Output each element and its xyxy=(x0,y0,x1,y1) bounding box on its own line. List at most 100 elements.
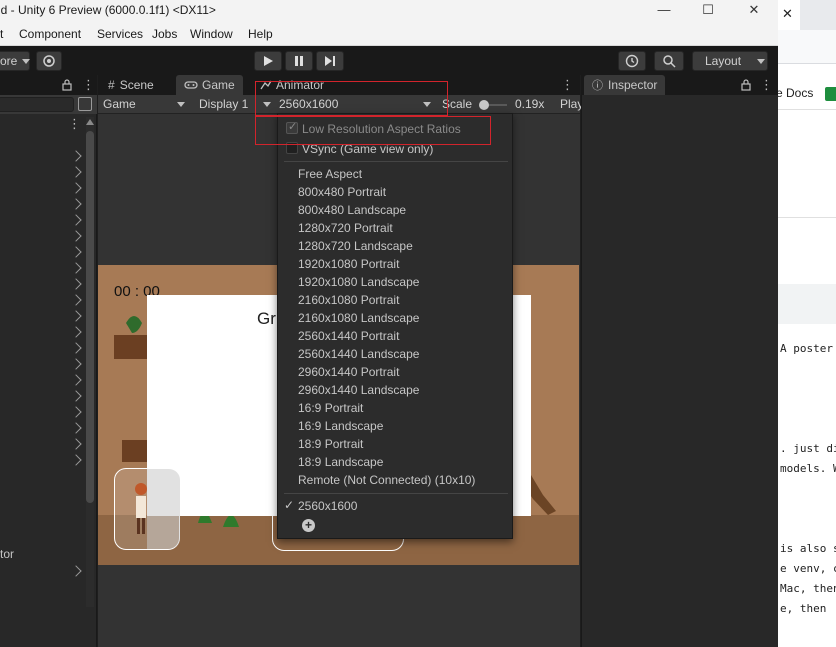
browser-tab-close-icon[interactable]: ✕ xyxy=(782,6,793,22)
resolution-dropdown-menu: ✓ Low Resolution Aspect Ratios VSync (Ga… xyxy=(277,113,513,539)
resolution-option[interactable]: 18:9 Landscape xyxy=(298,455,383,469)
tab-inspector-label: Inspector xyxy=(608,78,658,92)
step-button[interactable] xyxy=(316,51,344,71)
minimize-button[interactable]: — xyxy=(654,1,674,19)
window-titlebar: id - Unity 6 Preview (6000.0.1f1) <DX11>… xyxy=(0,0,778,22)
add-resolution-icon[interactable]: + xyxy=(302,519,315,532)
hierarchy-panel: ⋮ ⋮ tor xyxy=(0,75,97,647)
resolution-option[interactable]: 1920x1080 Landscape xyxy=(298,275,419,289)
cloud-settings-button[interactable] xyxy=(36,51,62,71)
menu-item-truncated[interactable]: t xyxy=(0,27,3,41)
resolution-option[interactable]: 1280x720 Portrait xyxy=(298,221,393,235)
inspector-panel: ⓘ Inspector ⋮ xyxy=(581,75,778,647)
inspector-menu-icon[interactable]: ⋮ xyxy=(760,77,773,93)
lock-icon[interactable] xyxy=(741,79,751,91)
resolution-option[interactable]: 2560x1440 Landscape xyxy=(298,347,419,361)
chevron-right-icon[interactable] xyxy=(70,214,82,226)
chevron-right-icon[interactable] xyxy=(70,246,82,258)
pause-icon xyxy=(295,56,303,66)
gamepad-icon xyxy=(184,81,198,89)
menu-item-component[interactable]: Component xyxy=(19,27,81,41)
tab-game[interactable]: Game xyxy=(176,75,243,95)
menu-item-services[interactable]: Services xyxy=(97,27,143,41)
resolution-option[interactable]: 1920x1080 Portrait xyxy=(298,257,399,271)
bookmark-favicon-icon[interactable] xyxy=(825,87,836,101)
chevron-right-icon[interactable] xyxy=(70,198,82,210)
play-button[interactable] xyxy=(254,51,282,71)
chevron-right-icon[interactable] xyxy=(70,182,82,194)
hierarchy-menu-icon[interactable]: ⋮ xyxy=(68,116,81,132)
scroll-up-icon[interactable] xyxy=(86,119,94,125)
pause-button[interactable] xyxy=(285,51,313,71)
browser-text-line: models. W xyxy=(780,462,836,475)
chevron-right-icon[interactable] xyxy=(70,438,82,450)
tab-inspector[interactable]: ⓘ Inspector xyxy=(584,75,666,95)
chevron-right-icon[interactable] xyxy=(70,166,82,178)
resolution-option[interactable]: Free Aspect xyxy=(298,167,362,181)
account-dropdown[interactable]: ore xyxy=(0,51,30,71)
hierarchy-scrollbar[interactable] xyxy=(86,117,94,607)
menu-bar: t Component Services Jobs Window Help xyxy=(0,22,778,46)
browser-divider xyxy=(778,217,836,218)
chevron-right-icon[interactable] xyxy=(70,294,82,306)
close-button[interactable]: ✕ xyxy=(744,1,764,19)
browser-code-header xyxy=(778,284,836,324)
chevron-right-icon[interactable] xyxy=(70,342,82,354)
info-icon: ⓘ xyxy=(592,80,603,92)
chevron-right-icon[interactable] xyxy=(70,374,82,386)
hierarchy-search-input[interactable] xyxy=(0,97,74,112)
chevron-right-icon[interactable] xyxy=(70,262,82,274)
hierarchy-header: ⋮ xyxy=(0,75,97,95)
history-button[interactable] xyxy=(618,51,646,71)
menu-item-window[interactable]: Window xyxy=(190,27,233,41)
custom-resolution-option[interactable]: 2560x1600 xyxy=(298,499,357,513)
resolution-option[interactable]: 800x480 Landscape xyxy=(298,203,406,217)
menu-item-help[interactable]: Help xyxy=(248,27,273,41)
chevron-right-icon[interactable] xyxy=(70,358,82,370)
chevron-right-icon[interactable] xyxy=(70,390,82,402)
scrollbar-thumb[interactable] xyxy=(86,131,94,503)
panel-menu-icon[interactable]: ⋮ xyxy=(82,77,95,93)
search-button[interactable] xyxy=(654,51,684,71)
chevron-right-icon[interactable] xyxy=(70,150,82,162)
chevron-right-icon[interactable] xyxy=(70,310,82,322)
resolution-option[interactable]: 2160x1080 Portrait xyxy=(298,293,399,307)
maximize-button[interactable]: ☐ xyxy=(698,1,718,19)
resolution-option[interactable]: 16:9 Landscape xyxy=(298,419,383,433)
highlight-box-resolution xyxy=(255,81,448,116)
tab-scene[interactable]: # Scene xyxy=(100,75,162,95)
resolution-option[interactable]: Remote (Not Connected) (10x10) xyxy=(298,473,475,487)
resolution-option[interactable]: 2960x1440 Landscape xyxy=(298,383,419,397)
chevron-right-icon[interactable] xyxy=(70,565,82,577)
chevron-right-icon[interactable] xyxy=(70,230,82,242)
resolution-option[interactable]: 16:9 Portrait xyxy=(298,401,363,415)
play-mode-dropdown[interactable]: Play xyxy=(560,97,583,111)
chevron-right-icon[interactable] xyxy=(70,454,82,466)
resolution-option[interactable]: 2960x1440 Portrait xyxy=(298,365,399,379)
chevron-right-icon[interactable] xyxy=(70,326,82,338)
hierarchy-item-label[interactable]: tor xyxy=(0,547,14,561)
resolution-option[interactable]: 2160x1080 Landscape xyxy=(298,311,419,325)
lock-icon[interactable] xyxy=(62,79,72,91)
search-icon xyxy=(663,55,676,68)
browser-tab[interactable]: ✕ xyxy=(778,0,800,30)
gear-icon xyxy=(43,55,55,67)
resolution-option[interactable]: 1280x720 Landscape xyxy=(298,239,413,253)
view-mode-dropdown[interactable]: Game xyxy=(103,97,136,111)
layout-dropdown[interactable]: Layout xyxy=(692,51,768,71)
resolution-option[interactable]: 800x480 Portrait xyxy=(298,185,386,199)
menu-item-jobs[interactable]: Jobs xyxy=(152,27,177,41)
scene-search-icon[interactable] xyxy=(78,97,92,111)
resolution-option[interactable]: 18:9 Portrait xyxy=(298,437,363,451)
selected-checkmark-icon: ✓ xyxy=(284,498,295,512)
chevron-right-icon[interactable] xyxy=(70,278,82,290)
game-panel-menu-icon[interactable]: ⋮ xyxy=(561,77,574,93)
chevron-right-icon[interactable] xyxy=(70,422,82,434)
scale-slider-handle[interactable] xyxy=(479,100,489,110)
character-sprite xyxy=(135,483,147,534)
browser-text-line: is also s xyxy=(780,542,836,555)
bookmark-docs[interactable]: e Docs xyxy=(778,86,813,100)
display-dropdown[interactable]: Display 1 xyxy=(199,97,248,111)
chevron-right-icon[interactable] xyxy=(70,406,82,418)
resolution-option[interactable]: 2560x1440 Portrait xyxy=(298,329,399,343)
